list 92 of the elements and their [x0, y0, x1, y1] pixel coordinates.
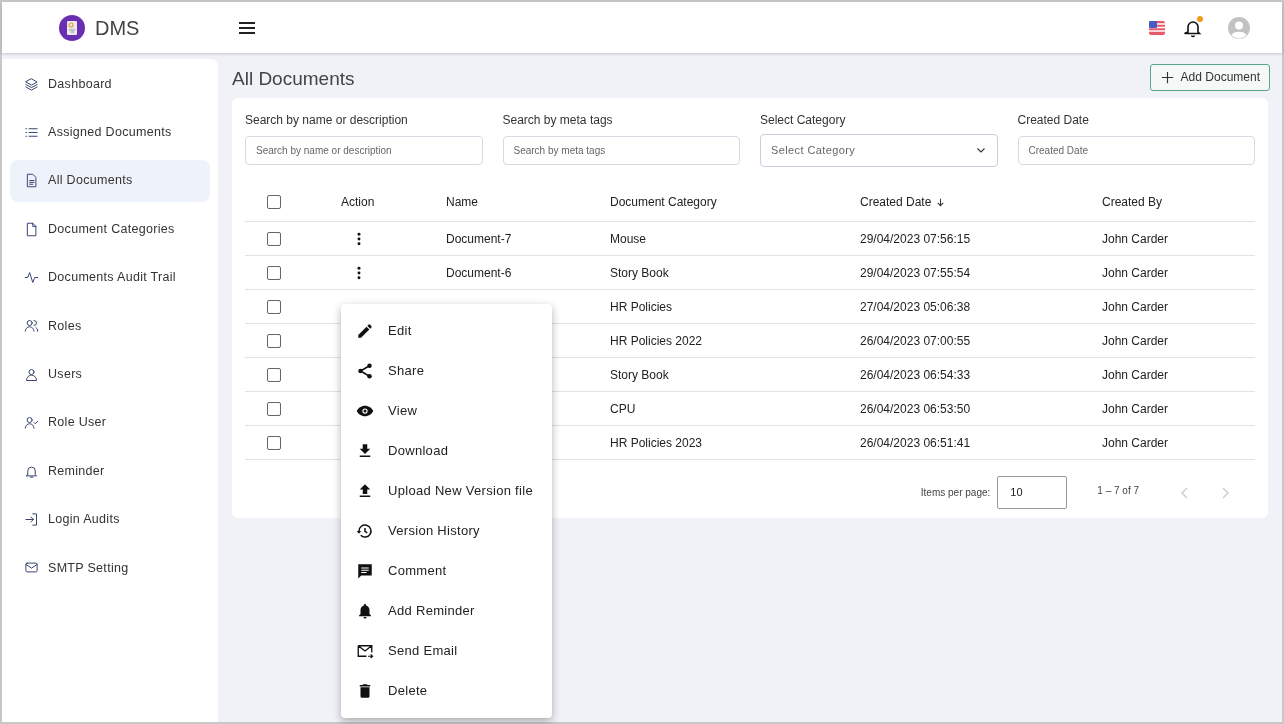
comment-icon: [356, 562, 374, 580]
menu-item[interactable]: Comment: [341, 551, 552, 591]
table-cell: Story Book: [610, 367, 669, 382]
sidebar-item[interactable]: Login Audits: [10, 498, 210, 541]
menu-item[interactable]: Add Reminder: [341, 591, 552, 631]
table-cell: John Carder: [1102, 435, 1169, 450]
table-cell: John Carder: [1102, 265, 1169, 280]
table-cell: HR Policies 2023: [610, 435, 703, 450]
column-header: Name: [446, 194, 478, 212]
sidebar-item[interactable]: Assigned Documents: [10, 111, 210, 154]
table-cell: 29/04/2023 07:55:54: [860, 265, 971, 280]
table-cell: CPU: [610, 401, 636, 416]
share-icon: [356, 362, 374, 380]
checkbox[interactable]: [267, 401, 281, 416]
page-title: All Documents: [232, 67, 355, 91]
flag-icon[interactable]: [1149, 20, 1165, 35]
items-per-page-label: Items per page:: [920, 486, 991, 500]
app-name: DMS: [95, 15, 140, 41]
menu-item[interactable]: Edit: [341, 311, 552, 351]
pencil-icon: [356, 322, 374, 340]
plus-icon: [1159, 69, 1175, 85]
add-document-button[interactable]: Add Document: [1149, 63, 1270, 91]
page-size-field[interactable]: 10: [997, 476, 1068, 509]
user-icon: [24, 366, 39, 382]
category-select[interactable]: Select Category: [760, 133, 998, 167]
table-cell: John Carder: [1102, 401, 1169, 416]
user-check-icon: [24, 415, 39, 431]
bell-icon: [24, 463, 39, 479]
layers-icon: [24, 76, 39, 92]
field-label: Search by meta tags: [502, 111, 614, 129]
table-cell: HR Policies 2022: [610, 333, 703, 348]
search-field[interactable]: Search by meta tags: [502, 135, 740, 165]
checkbox[interactable]: [267, 299, 281, 314]
table-cell: 26/04/2023 06:54:33: [860, 367, 971, 382]
menu-icon[interactable]: [239, 21, 255, 34]
sidebar-item[interactable]: Roles: [10, 304, 210, 347]
sidebar-item[interactable]: Document Categories: [10, 208, 210, 251]
table-cell: 29/04/2023 07:56:15: [860, 231, 971, 246]
table-cell: John Carder: [1102, 367, 1169, 382]
search-field[interactable]: Created Date: [1017, 135, 1255, 165]
table-cell: 26/04/2023 06:51:41: [860, 435, 971, 450]
table-cell: Story Book: [610, 265, 669, 280]
table-cell: John Carder: [1102, 231, 1169, 246]
table-cell: 27/04/2023 05:06:38: [860, 299, 971, 314]
table-cell: Document-6: [446, 265, 512, 280]
pulse-icon: [24, 270, 39, 286]
history-icon: [356, 522, 374, 540]
sidebar-item[interactable]: Documents Audit Trail: [10, 256, 210, 299]
search-field[interactable]: Search by name or description: [245, 135, 483, 165]
field-label: Search by name or description: [245, 111, 409, 129]
menu-item[interactable]: Version History: [341, 511, 552, 551]
table-cell: 26/04/2023 07:00:55: [860, 333, 971, 348]
field-label: Select Category: [760, 111, 847, 129]
menu-item[interactable]: Upload New Version file: [341, 471, 552, 511]
sidebar-item[interactable]: Reminder: [10, 450, 210, 493]
sidebar-item[interactable]: Users: [10, 353, 210, 396]
menu-item[interactable]: Share: [341, 351, 552, 391]
envelope-icon: [356, 642, 374, 660]
column-header[interactable]: Created Date: [860, 193, 947, 212]
login-icon: [24, 512, 39, 527]
sidebar-item[interactable]: Role User: [10, 401, 210, 444]
table-cell: Mouse: [610, 231, 647, 246]
column-header: Document Category: [610, 194, 717, 212]
menu-item[interactable]: Send Email: [341, 631, 552, 671]
page-range: 1 – 7 of 7: [1097, 484, 1139, 498]
users-icon: [24, 318, 39, 334]
menu-item[interactable]: View: [341, 391, 552, 431]
sidebar-item[interactable]: All Documents: [10, 159, 210, 202]
sort-arrow-icon: [935, 196, 947, 208]
checkbox[interactable]: [267, 195, 281, 210]
table-cell: HR Policies: [610, 299, 672, 314]
bell-icon: [356, 602, 374, 620]
menu-item[interactable]: Download: [341, 431, 552, 471]
document-icon: [24, 173, 39, 189]
checkbox[interactable]: [267, 333, 281, 348]
table-cell: John Carder: [1102, 299, 1169, 314]
field-label: Created Date: [1017, 111, 1090, 129]
checkbox[interactable]: [267, 435, 281, 450]
column-header: Action: [341, 194, 375, 212]
table-cell: 26/04/2023 06:53:50: [860, 401, 971, 416]
mail-icon: [24, 560, 39, 576]
menu-item[interactable]: Delete: [341, 671, 552, 711]
table-cell: John Carder: [1102, 333, 1169, 348]
sidebar-item[interactable]: Dashboard: [10, 63, 210, 105]
checkbox[interactable]: [267, 231, 281, 246]
checkbox[interactable]: [267, 367, 281, 382]
document-icon: [24, 221, 39, 237]
column-header: Created By: [1102, 194, 1163, 212]
table-cell: Document-7: [446, 231, 512, 246]
checkbox[interactable]: [267, 265, 281, 280]
sidebar-item[interactable]: SMTP Setting: [10, 546, 210, 589]
logo-icon: [59, 14, 85, 41]
